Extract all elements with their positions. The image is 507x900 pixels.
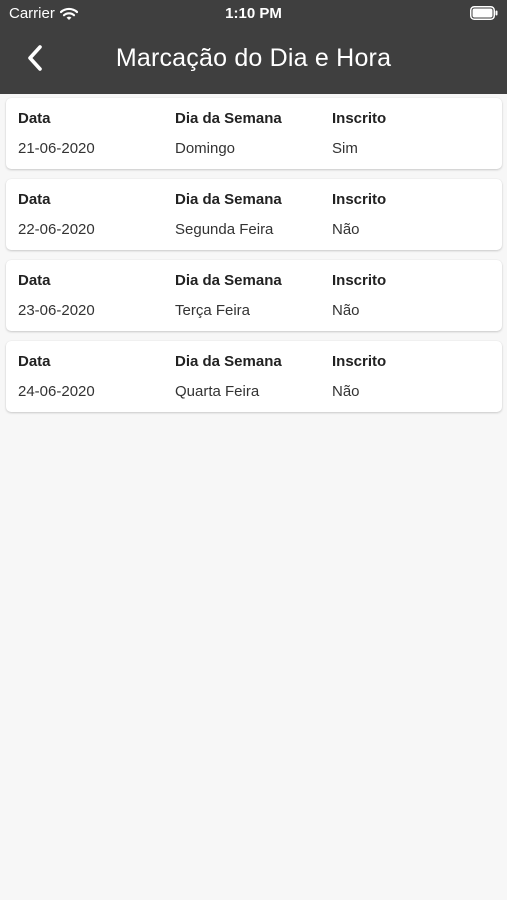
page-title: Marcação do Dia e Hora	[115, 44, 392, 72]
enrolled-value: Não	[332, 383, 360, 400]
weekday-label: Dia da Semana	[175, 272, 282, 289]
enrolled-label: Inscrito	[332, 110, 387, 127]
navigation-bar: Marcação do Dia e Hora	[0, 28, 507, 94]
back-button[interactable]	[18, 42, 52, 78]
weekday-column: Dia da Semana Terça Feira	[175, 272, 282, 320]
weekday-column: Dia da Semana Segunda Feira	[175, 191, 282, 239]
date-value: 24-06-2020	[18, 383, 95, 400]
schedule-card[interactable]: Data 21-06-2020 Dia da Semana Domingo In…	[6, 98, 502, 169]
weekday-column: Dia da Semana Quarta Feira	[175, 353, 282, 401]
weekday-value: Domingo	[175, 140, 236, 157]
enrolled-value: Não	[332, 221, 360, 238]
enrolled-value: Não	[332, 302, 360, 319]
date-column: Data 22-06-2020	[18, 191, 95, 239]
date-column: Data 23-06-2020	[18, 272, 95, 320]
battery-icon	[470, 6, 498, 20]
date-column: Data 21-06-2020	[18, 110, 95, 158]
enrolled-column: Inscrito Sim	[332, 110, 386, 158]
schedule-card[interactable]: Data 22-06-2020 Dia da Semana Segunda Fe…	[6, 179, 502, 250]
schedule-list: Data 21-06-2020 Dia da Semana Domingo In…	[6, 98, 502, 422]
enrolled-label: Inscrito	[332, 272, 387, 289]
weekday-label: Dia da Semana	[175, 191, 282, 208]
weekday-column: Dia da Semana Domingo	[175, 110, 282, 158]
schedule-card[interactable]: Data 24-06-2020 Dia da Semana Quarta Fei…	[6, 341, 502, 412]
date-column: Data 24-06-2020	[18, 353, 95, 401]
schedule-card[interactable]: Data 23-06-2020 Dia da Semana Terça Feir…	[6, 260, 502, 331]
date-label: Data	[18, 353, 51, 370]
enrolled-column: Inscrito Não	[332, 272, 386, 320]
date-label: Data	[18, 272, 51, 289]
enrolled-column: Inscrito Não	[332, 191, 386, 239]
status-time: 1:10 PM	[225, 5, 282, 22]
enrolled-label: Inscrito	[332, 353, 387, 370]
weekday-value: Segunda Feira	[175, 221, 274, 238]
enrolled-value: Sim	[332, 140, 358, 157]
date-value: 21-06-2020	[18, 140, 95, 157]
weekday-label: Dia da Semana	[175, 353, 282, 370]
weekday-value: Terça Feira	[175, 302, 251, 319]
chevron-left-icon	[25, 44, 45, 77]
date-value: 22-06-2020	[18, 221, 95, 238]
status-bar: Carrier 1:10 PM	[0, 0, 507, 28]
app-header: Carrier 1:10 PM Marcação do Dia e Hora	[0, 0, 507, 94]
date-label: Data	[18, 110, 51, 127]
enrolled-column: Inscrito Não	[332, 353, 386, 401]
weekday-label: Dia da Semana	[175, 110, 282, 127]
weekday-value: Quarta Feira	[175, 383, 260, 400]
date-value: 23-06-2020	[18, 302, 95, 319]
date-label: Data	[18, 191, 51, 208]
enrolled-label: Inscrito	[332, 191, 387, 208]
